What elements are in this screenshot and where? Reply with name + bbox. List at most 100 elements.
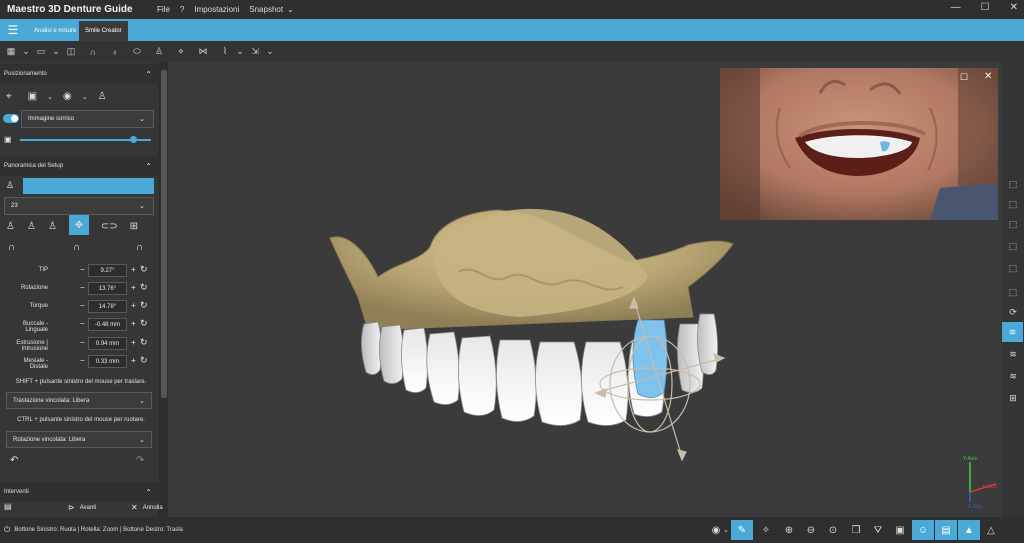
grid-icon[interactable]: ⊞ (1005, 390, 1021, 406)
reset-icon[interactable]: ↻ (140, 337, 148, 348)
section-posizionamento[interactable]: Posizionamento ⌃ (0, 64, 160, 84)
tooth-select[interactable]: 23 ⌄ (4, 197, 154, 215)
next-button[interactable]: ⊳ Avanti (68, 503, 96, 512)
lower-arch-icon[interactable]: ≋ (1005, 368, 1021, 384)
zoom-fit-icon[interactable]: ⊙ (822, 520, 844, 540)
plus-icon[interactable]: + (131, 356, 136, 365)
teeth-row[interactable] (361, 313, 718, 426)
chevron-down-icon[interactable]: ⌄ (236, 43, 244, 61)
tab-analisi[interactable]: Analisi e misure (28, 21, 82, 41)
tab-smile-creator[interactable]: Smile Creator (79, 21, 128, 41)
view-3d-icon[interactable]: ⬚ (1005, 176, 1021, 192)
minus-icon[interactable]: − (80, 338, 85, 347)
gizmo-icon[interactable]: ✥ (68, 215, 89, 235)
param-value[interactable]: 0.94 mm (88, 337, 127, 350)
view-bottom-icon[interactable]: ⬚ (1005, 284, 1021, 300)
connector-icon[interactable]: ⋄ (170, 43, 192, 61)
section-setup[interactable]: Panoramica del Setup ⌃ (0, 156, 160, 176)
rotation-select[interactable]: Rotazione vincolata: Libera ⌄ (6, 431, 152, 448)
zoom-out-icon[interactable]: ⊖ (800, 520, 822, 540)
close-icon[interactable]: ✕ (1010, 2, 1018, 13)
minus-icon[interactable]: − (80, 301, 85, 310)
tooth-search-icon[interactable]: ♙ (48, 221, 57, 232)
plus-icon[interactable]: + (131, 301, 136, 310)
color-bar[interactable] (23, 178, 154, 194)
menu-file[interactable]: File (157, 5, 170, 14)
chevron-up-icon[interactable]: ⌃ (145, 488, 152, 497)
arch-front-icon[interactable]: ∩ (73, 242, 80, 253)
left-panel-scrollbar[interactable] (160, 62, 168, 517)
monitor-icon[interactable]: ▭ (30, 43, 52, 61)
translation-select[interactable]: Traslazione vincolata: Libera ⌄ (6, 392, 152, 409)
tooth-gear-icon[interactable]: ♙ (6, 221, 15, 232)
denture-icon[interactable]: ⬭ (126, 43, 148, 61)
chevron-up-icon[interactable]: ⌃ (145, 70, 152, 79)
toggle-icon[interactable]: ⊂⊃ (101, 221, 118, 232)
reset-icon[interactable]: ↻ (140, 264, 148, 275)
export-icon[interactable]: ⇲ (244, 43, 266, 61)
frame-icon[interactable]: ▣ (28, 91, 37, 102)
arch-icon[interactable]: ∩ (82, 43, 104, 61)
minimize-icon[interactable]: — (951, 2, 961, 13)
chevron-down-icon[interactable]: ⌄ (266, 43, 274, 61)
person-icon[interactable]: ☺ (912, 520, 934, 540)
reset-icon[interactable]: ↻ (140, 300, 148, 311)
undo-icon[interactable]: ↶ (10, 455, 18, 466)
view-back-icon[interactable]: ⬚ (1005, 260, 1021, 276)
chevron-down-icon[interactable]: ⌄ (82, 93, 88, 101)
param-value[interactable]: 14.78° (88, 300, 127, 313)
scrollbar-thumb[interactable] (161, 70, 167, 398)
plus-icon[interactable]: + (131, 265, 136, 274)
crosshair-icon[interactable]: ⌖ (6, 91, 12, 102)
reset-icon[interactable]: ↻ (140, 318, 148, 329)
param-value[interactable]: 9.27° (88, 264, 127, 277)
menu-settings[interactable]: Impostazioni (194, 5, 239, 14)
section-interventions[interactable]: Interventi ⌃ (0, 482, 160, 502)
share-icon[interactable]: ⋈ (192, 43, 214, 61)
image-select[interactable]: Immagine sorriso ⌄ (21, 110, 154, 128)
layers-icon[interactable]: ◫ (60, 43, 82, 61)
magic-icon[interactable]: ✧ (755, 520, 777, 540)
chevron-down-icon[interactable]: ⌄ (287, 5, 294, 14)
minus-icon[interactable]: − (80, 265, 85, 274)
image-toggle[interactable] (3, 114, 19, 123)
grid-view-icon[interactable]: ▦ (0, 43, 22, 61)
triangle-icon[interactable]: ▲ (958, 520, 980, 540)
plus-icon[interactable]: + (131, 283, 136, 292)
eye-icon[interactable]: ◉ (63, 91, 72, 102)
view-top-icon[interactable]: ⬚ (1005, 196, 1021, 212)
image-icon[interactable]: ▣ (889, 520, 911, 540)
menu-help[interactable]: ? (180, 5, 184, 14)
tooth-icon[interactable]: ♁ (104, 43, 126, 61)
close-icon[interactable]: ✕ (984, 71, 992, 82)
minus-icon[interactable]: − (80, 319, 85, 328)
maximize-icon[interactable]: ☐ (981, 2, 990, 13)
tooth-icon[interactable]: ♙ (98, 91, 107, 102)
grid-icon[interactable]: ⊞ (130, 221, 138, 232)
brush-icon[interactable]: ✎ (731, 520, 753, 540)
menu-icon[interactable]: ☰ (0, 19, 26, 41)
zoom-in-icon[interactable]: ⊕ (778, 520, 800, 540)
slider-handle[interactable] (129, 136, 137, 143)
reset-icon[interactable]: ↻ (140, 355, 148, 366)
chevron-down-icon[interactable]: ⌄ (52, 43, 60, 61)
param-value[interactable]: 0.33 mm (88, 355, 127, 368)
param-value[interactable]: 13.76° (88, 282, 127, 295)
view-side-icon[interactable]: ⬚ (1005, 238, 1021, 254)
tooth-b-icon[interactable]: ♙ (27, 221, 36, 232)
plus-icon[interactable]: + (131, 319, 136, 328)
chevron-down-icon[interactable]: ⌄ (722, 520, 730, 540)
upper-arch-icon[interactable]: ≋ (1005, 346, 1021, 362)
view-front-icon[interactable]: ⬚ (1005, 216, 1021, 232)
occlusion-icon[interactable]: ≋ (1002, 322, 1023, 342)
plus-icon[interactable]: + (131, 338, 136, 347)
minus-icon[interactable]: − (80, 283, 85, 292)
list-icon[interactable]: ▤ (4, 502, 12, 511)
chevron-down-icon[interactable]: ⌄ (47, 93, 53, 101)
rotate-view-icon[interactable]: ⟳ (1005, 304, 1021, 320)
chevron-down-icon[interactable]: ⌄ (22, 43, 30, 61)
param-value[interactable]: -0.48 mm (88, 318, 127, 331)
triangle-outline-icon[interactable]: △ (980, 520, 1002, 540)
reset-icon[interactable]: ↻ (140, 282, 148, 293)
menu-snapshot[interactable]: Snapshot (249, 5, 283, 14)
